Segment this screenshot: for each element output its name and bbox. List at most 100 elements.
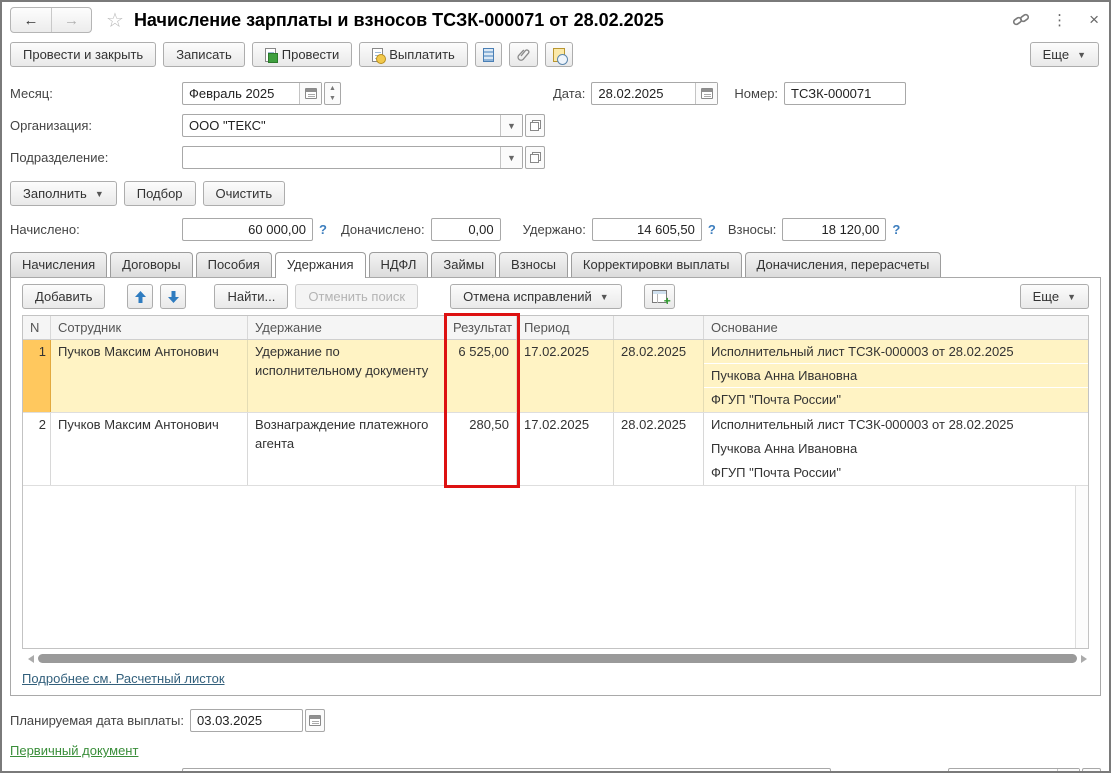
report-list-icon <box>482 47 494 62</box>
col-n[interactable]: N <box>23 316 51 339</box>
cancel-search-button[interactable]: Отменить поиск <box>295 284 419 309</box>
number-input[interactable] <box>785 83 906 104</box>
organization-open-button[interactable] <box>525 114 545 137</box>
add-row-button[interactable]: Добавить <box>22 284 106 309</box>
employee-cell[interactable]: Пучков Максим Антонович <box>51 413 248 485</box>
accrued-input[interactable] <box>183 219 312 240</box>
result-cell[interactable]: 6 525,00 <box>446 340 517 412</box>
responsible-input[interactable] <box>948 769 1057 771</box>
tab-loans[interactable]: Займы <box>431 252 497 277</box>
col-period-end[interactable] <box>614 316 704 339</box>
pick-button[interactable]: Подбор <box>123 181 196 206</box>
col-deduction[interactable]: Удержание <box>248 316 446 339</box>
table-row[interactable]: 2 Пучков Максим Антонович Вознаграждение… <box>23 413 1088 486</box>
basis-cell[interactable]: Исполнительный лист ТСЗК-000003 от 28.02… <box>704 340 1088 412</box>
period-cell[interactable]: 17.02.2025 <box>517 340 614 412</box>
forward-icon[interactable]: → <box>51 8 91 32</box>
deduction-cell[interactable]: Удержание по исполнительному документу <box>248 340 446 412</box>
scrollbar-thumb[interactable] <box>38 654 1077 663</box>
basis-line[interactable]: Пучкова Анна Ивановна <box>704 437 1088 461</box>
planned-date-input[interactable] <box>191 710 302 731</box>
period-cell[interactable]: 17.02.2025 <box>517 413 614 485</box>
find-button[interactable]: Найти... <box>214 284 289 309</box>
month-input[interactable] <box>183 83 299 104</box>
tab-deductions[interactable]: Удержания <box>274 252 366 278</box>
contributions-help-icon[interactable]: ? <box>892 222 900 237</box>
more-button-top[interactable]: Еще ▼ <box>1029 42 1099 67</box>
table-row[interactable]: 1 Пучков Максим Антонович Удержание по и… <box>23 340 1088 413</box>
change-form-button[interactable] <box>643 284 675 309</box>
department-input[interactable] <box>183 147 500 168</box>
close-icon[interactable]: × <box>1089 10 1099 30</box>
scroll-right-icon[interactable] <box>1081 654 1087 663</box>
basis-line[interactable]: Исполнительный лист ТСЗК-000003 от 28.02… <box>704 413 1088 437</box>
register-records-button[interactable] <box>474 42 502 67</box>
comment-input[interactable] <box>183 769 831 771</box>
tab-contributions[interactable]: Взносы <box>499 252 568 277</box>
post-button[interactable]: Провести <box>251 42 353 67</box>
deductions-table[interactable]: N Сотрудник Удержание Результат Период О… <box>22 315 1089 649</box>
department-open-button[interactable] <box>525 146 545 169</box>
period-end-cell[interactable]: 28.02.2025 <box>614 340 704 412</box>
withheld-input[interactable] <box>592 219 701 240</box>
col-basis[interactable]: Основание <box>704 316 1088 339</box>
vertical-scrollbar[interactable] <box>1075 486 1088 648</box>
clear-button[interactable]: Очистить <box>202 181 286 206</box>
pay-button[interactable]: Выплатить <box>359 42 468 67</box>
employee-cell[interactable]: Пучков Максим Антонович <box>51 340 248 412</box>
move-down-button[interactable] <box>160 284 187 309</box>
month-calendar-button[interactable] <box>299 83 321 104</box>
related-documents-button[interactable] <box>544 42 573 67</box>
back-icon[interactable]: ← <box>11 8 51 32</box>
period-end-cell[interactable]: 28.02.2025 <box>614 413 704 485</box>
planned-date-calendar-button[interactable] <box>305 709 325 732</box>
extra-accrued-input[interactable] <box>431 219 500 240</box>
horizontal-scrollbar[interactable] <box>22 652 1089 665</box>
basis-line[interactable]: ФГУП "Почта России" <box>704 388 1088 412</box>
contributions-input[interactable] <box>783 219 886 240</box>
tab-contracts[interactable]: Договоры <box>110 252 193 277</box>
department-dropdown-button[interactable]: ▼ <box>500 147 522 168</box>
date-input[interactable] <box>592 83 696 104</box>
cancel-corrections-button[interactable]: Отмена исправлений ▼ <box>450 284 622 309</box>
post-and-close-button[interactable]: Провести и закрыть <box>10 42 157 67</box>
more-button-grid[interactable]: Еще ▼ <box>1019 284 1089 309</box>
link-icon[interactable] <box>1012 11 1030 29</box>
primary-document-link[interactable]: Первичный документ <box>10 743 138 758</box>
responsible-dropdown-button[interactable]: ▼ <box>1056 769 1079 771</box>
tab-recalculations[interactable]: Доначисления, перерасчеты <box>744 252 942 277</box>
row-number-cell[interactable]: 2 <box>23 413 51 485</box>
deduction-cell[interactable]: Вознаграждение платежного агента <box>248 413 446 485</box>
row-number-cell[interactable]: 1 <box>23 340 51 412</box>
month-field <box>182 82 322 105</box>
tab-accruals[interactable]: Начисления <box>10 252 108 277</box>
favorite-star-icon[interactable]: ☆ <box>106 8 124 33</box>
tab-ndfl[interactable]: НДФЛ <box>368 252 429 277</box>
month-stepper[interactable]: ▲ ▼ <box>324 82 341 105</box>
result-cell[interactable]: 280,50 <box>446 413 517 485</box>
basis-line[interactable]: Пучкова Анна Ивановна <box>704 364 1088 388</box>
tab-benefits[interactable]: Пособия <box>195 252 272 277</box>
col-period[interactable]: Период <box>517 316 614 339</box>
col-employee[interactable]: Сотрудник <box>51 316 248 339</box>
write-button[interactable]: Записать <box>163 42 245 67</box>
table-header-row[interactable]: N Сотрудник Удержание Результат Период О… <box>23 316 1088 340</box>
table-empty-area[interactable] <box>23 486 1088 648</box>
payslip-link[interactable]: Подробнее см. Расчетный листок <box>22 671 225 686</box>
fill-button[interactable]: Заполнить ▼ <box>10 181 117 206</box>
move-up-button[interactable] <box>127 284 154 309</box>
basis-line[interactable]: ФГУП "Почта России" <box>704 461 1088 485</box>
scroll-left-icon[interactable] <box>28 654 34 663</box>
withheld-help-icon[interactable]: ? <box>708 222 716 237</box>
attachments-button[interactable] <box>508 42 538 67</box>
responsible-open-button[interactable] <box>1081 768 1101 771</box>
basis-line[interactable]: Исполнительный лист ТСЗК-000003 от 28.02… <box>704 340 1088 364</box>
tab-payment-adjustments[interactable]: Корректировки выплаты <box>570 252 742 277</box>
basis-cell[interactable]: Исполнительный лист ТСЗК-000003 от 28.02… <box>704 413 1088 485</box>
organization-dropdown-button[interactable]: ▼ <box>500 115 522 136</box>
col-result[interactable]: Результат <box>446 316 517 339</box>
date-calendar-button[interactable] <box>695 83 718 104</box>
kebab-menu-icon[interactable]: ⋮ <box>1052 11 1067 29</box>
accrued-help-icon[interactable]: ? <box>319 222 327 237</box>
organization-input[interactable] <box>183 115 500 136</box>
